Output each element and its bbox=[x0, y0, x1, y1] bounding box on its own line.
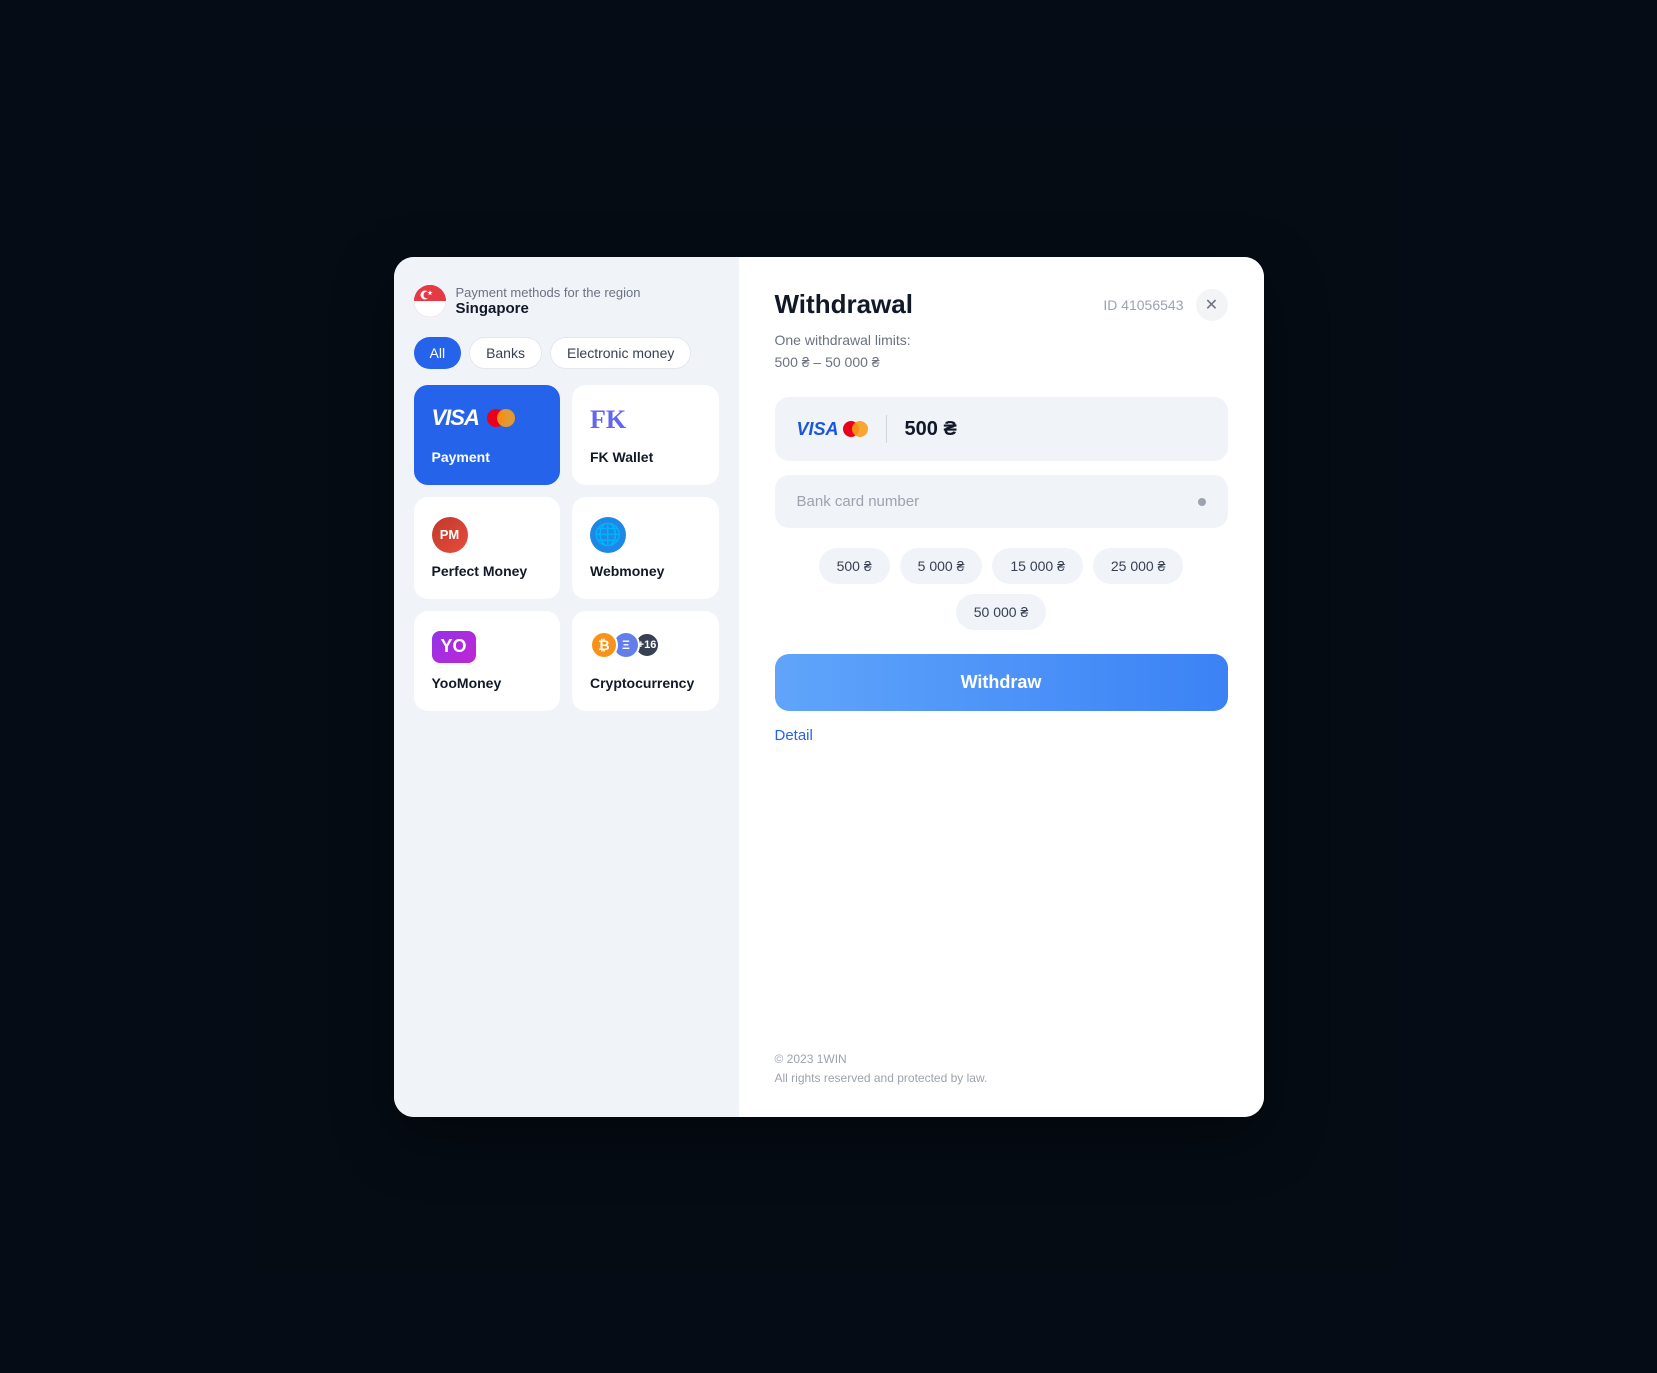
amount-left: VISA 500 ₴ bbox=[797, 415, 957, 443]
filter-tab-electronic[interactable]: Electronic money bbox=[550, 337, 691, 369]
footer-copyright: © 2023 1WIN bbox=[775, 1050, 988, 1069]
withdrawal-id: ID 41056543 bbox=[1103, 297, 1183, 313]
detail-link[interactable]: Detail bbox=[775, 727, 1228, 744]
card-number-box[interactable]: Bank card number bbox=[775, 475, 1228, 528]
quick-amount-500[interactable]: 500 ₴ bbox=[819, 548, 890, 584]
singapore-flag-icon bbox=[414, 285, 446, 317]
crypto-icons: ₿ Ξ +16 bbox=[590, 631, 660, 659]
card-input-placeholder: Bank card number bbox=[797, 493, 920, 510]
perfect-money-label: Perfect Money bbox=[432, 563, 528, 579]
fk-wallet-logo: FK bbox=[590, 405, 626, 435]
visa-card-label: Payment bbox=[432, 449, 490, 465]
visa-text-small-icon: VISA bbox=[797, 419, 839, 440]
withdrawal-id-close: ID 41056543 ✕ bbox=[1103, 289, 1227, 321]
yoomoney-label: YooMoney bbox=[432, 675, 502, 691]
right-panel: Withdrawal ID 41056543 ✕ One withdrawal … bbox=[739, 257, 1264, 1117]
mc-orange-small bbox=[852, 421, 868, 437]
crypto-label: Cryptocurrency bbox=[590, 675, 694, 691]
quick-amount-25000[interactable]: 25 000 ₴ bbox=[1093, 548, 1184, 584]
withdrawal-header: Withdrawal ID 41056543 ✕ bbox=[775, 289, 1228, 321]
visa-logo-small: VISA bbox=[797, 419, 868, 440]
webmoney-logo: 🌐 bbox=[590, 517, 626, 553]
vertical-divider bbox=[886, 415, 887, 443]
fk-wallet-label: FK Wallet bbox=[590, 449, 653, 465]
card-input-dot bbox=[1198, 498, 1206, 506]
withdrawal-modal: Payment methods for the region Singapore… bbox=[394, 257, 1264, 1117]
close-button[interactable]: ✕ bbox=[1196, 289, 1228, 321]
globe-icon: 🌐 bbox=[594, 522, 621, 548]
limits-line2: 500 ₴ – 50 000 ₴ bbox=[775, 354, 880, 370]
region-header: Payment methods for the region Singapore bbox=[414, 285, 719, 317]
footer: © 2023 1WIN All rights reserved and prot… bbox=[775, 1050, 988, 1088]
filter-tabs: All Banks Electronic money bbox=[414, 337, 719, 369]
payment-card-yoomoney[interactable]: YO YooMoney bbox=[414, 611, 561, 711]
amount-display-box: VISA 500 ₴ bbox=[775, 397, 1228, 461]
payment-card-visa[interactable]: VISA Payment bbox=[414, 385, 561, 485]
quick-amount-15000[interactable]: 15 000 ₴ bbox=[992, 548, 1083, 584]
payment-grid: VISA Payment FK FK Wallet PM Perfect Mon… bbox=[414, 385, 719, 711]
payment-card-fk-wallet[interactable]: FK FK Wallet bbox=[572, 385, 719, 485]
filter-tab-banks[interactable]: Banks bbox=[469, 337, 542, 369]
visa-text-icon: VISA bbox=[432, 405, 479, 431]
payment-card-webmoney[interactable]: 🌐 Webmoney bbox=[572, 497, 719, 599]
region-text: Payment methods for the region Singapore bbox=[456, 285, 641, 317]
visa-logo: VISA bbox=[432, 405, 515, 431]
yoomoney-logo: YO bbox=[432, 631, 476, 663]
withdrawal-title: Withdrawal bbox=[775, 289, 913, 320]
quick-amount-50000[interactable]: 50 000 ₴ bbox=[956, 594, 1047, 630]
amount-value: 500 ₴ bbox=[905, 418, 957, 441]
perfect-money-logo: PM bbox=[432, 517, 468, 553]
mastercard-small-icon bbox=[843, 421, 868, 437]
quick-amount-5000[interactable]: 5 000 ₴ bbox=[900, 548, 983, 584]
payment-card-perfect-money[interactable]: PM Perfect Money bbox=[414, 497, 561, 599]
region-name: Singapore bbox=[456, 300, 641, 317]
payment-card-crypto[interactable]: ₿ Ξ +16 Cryptocurrency bbox=[572, 611, 719, 711]
mastercard-icon bbox=[487, 409, 515, 427]
quick-amounts: 500 ₴ 5 000 ₴ 15 000 ₴ 25 000 ₴ 50 000 ₴ bbox=[775, 548, 1228, 630]
footer-rights: All rights reserved and protected by law… bbox=[775, 1069, 988, 1088]
mc-orange-circle bbox=[497, 409, 515, 427]
filter-tab-all[interactable]: All bbox=[414, 337, 462, 369]
withdraw-button[interactable]: Withdraw bbox=[775, 654, 1228, 711]
webmoney-label: Webmoney bbox=[590, 563, 664, 579]
bitcoin-icon: ₿ bbox=[590, 631, 618, 659]
left-panel: Payment methods for the region Singapore… bbox=[394, 257, 739, 1117]
withdrawal-limits: One withdrawal limits: 500 ₴ – 50 000 ₴ bbox=[775, 329, 1228, 374]
region-label: Payment methods for the region bbox=[456, 285, 641, 300]
limits-line1: One withdrawal limits: bbox=[775, 332, 911, 348]
